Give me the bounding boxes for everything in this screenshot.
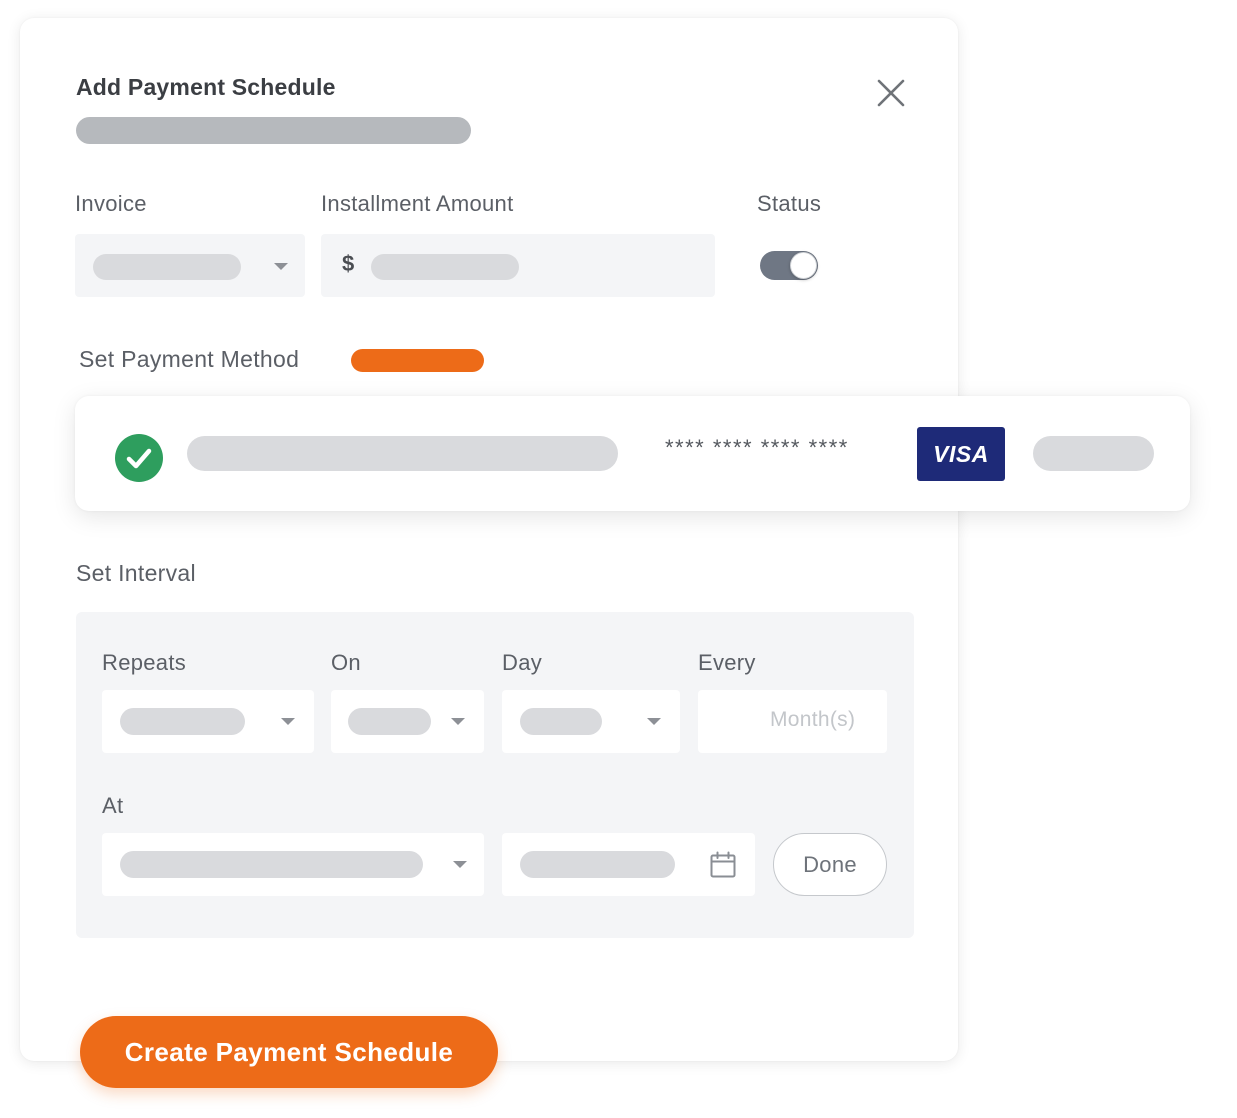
status-label: Status <box>757 191 822 216</box>
payment-method-card[interactable]: **** **** **** **** VISA <box>75 396 1190 511</box>
visa-logo: VISA <box>917 427 1005 481</box>
done-button[interactable]: Done <box>773 833 887 896</box>
create-payment-schedule-button[interactable]: Create Payment Schedule <box>80 1016 498 1088</box>
chevron-down-icon <box>281 718 295 725</box>
on-label: On <box>331 650 361 675</box>
repeats-value-placeholder <box>120 708 245 735</box>
every-placeholder: Month(s) <box>770 708 856 731</box>
chevron-down-icon <box>274 263 288 270</box>
subtitle-placeholder-bar <box>76 117 471 144</box>
at-label: At <box>102 793 124 818</box>
status-toggle-knob <box>790 252 817 279</box>
set-payment-method-label: Set Payment Method <box>79 346 300 372</box>
date-value-placeholder <box>520 851 675 878</box>
card-number-mask: **** **** **** **** <box>665 435 849 460</box>
currency-symbol: $ <box>342 251 355 276</box>
invoice-label: Invoice <box>75 191 147 216</box>
cardholder-name-placeholder <box>187 436 618 471</box>
payment-method-placeholder-badge <box>351 349 484 372</box>
chevron-down-icon <box>453 861 467 868</box>
every-label: Every <box>698 650 756 675</box>
modal-title: Add Payment Schedule <box>76 74 336 100</box>
chevron-down-icon <box>647 718 661 725</box>
close-icon[interactable] <box>872 74 910 112</box>
installment-amount-label: Installment Amount <box>321 191 514 216</box>
at-time-value-placeholder <box>120 851 423 878</box>
day-label: Day <box>502 650 543 675</box>
repeats-label: Repeats <box>102 650 187 675</box>
day-value-placeholder <box>520 708 602 735</box>
set-interval-label: Set Interval <box>76 560 196 586</box>
check-circle-icon <box>115 434 163 482</box>
chevron-down-icon <box>451 718 465 725</box>
installment-value-placeholder <box>371 254 519 280</box>
invoice-value-placeholder <box>93 254 241 280</box>
calendar-icon[interactable] <box>709 851 737 879</box>
on-value-placeholder <box>348 708 431 735</box>
status-toggle[interactable] <box>760 251 818 280</box>
card-expiry-placeholder <box>1033 436 1154 471</box>
